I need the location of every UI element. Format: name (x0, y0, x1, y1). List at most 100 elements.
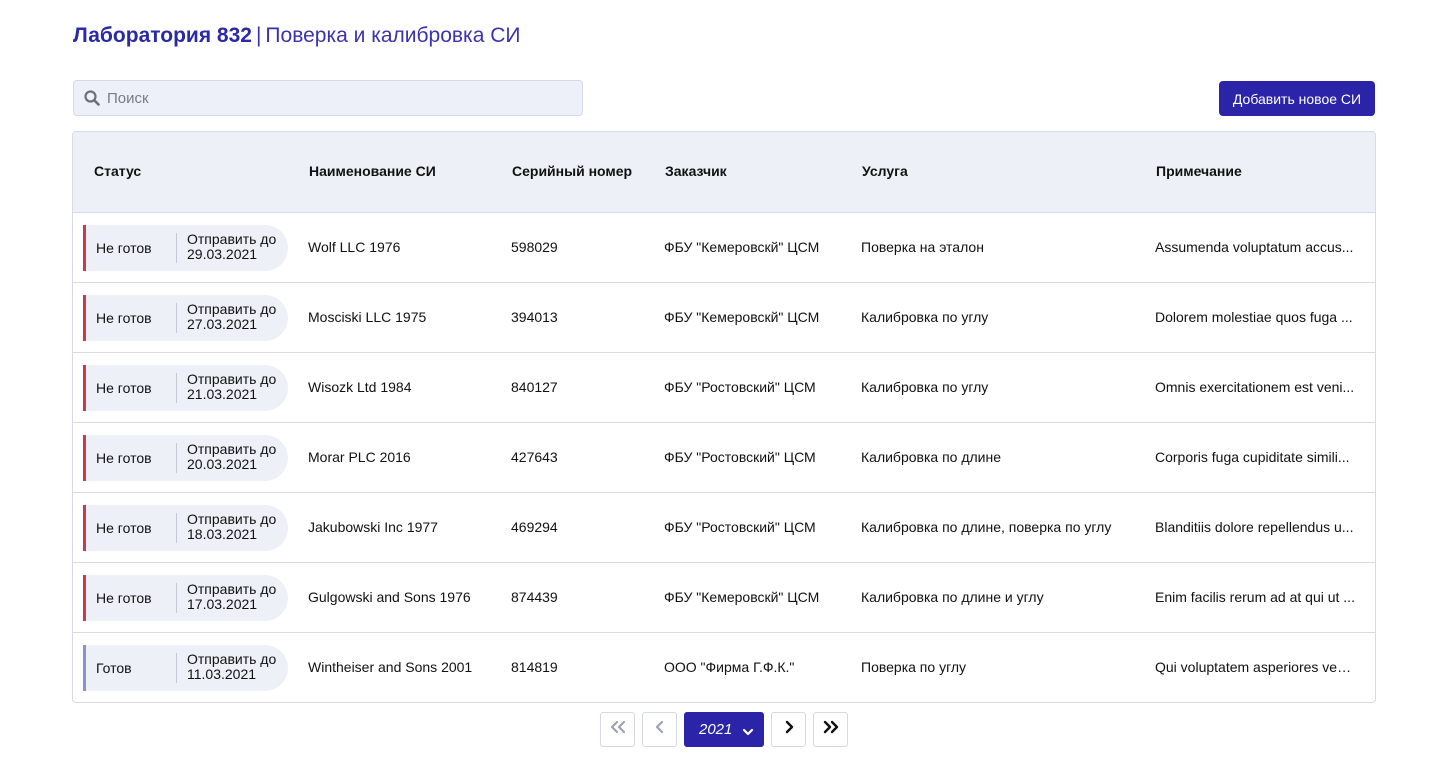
next-page-button[interactable] (771, 712, 806, 747)
status-label: Готов (96, 660, 132, 676)
table-row[interactable]: Не готов Отправить до 20.03.2021 Morar PLC … (73, 423, 1375, 493)
status-divider (176, 653, 177, 683)
cell-name: Mosciski LLC 1975 (308, 309, 427, 325)
cell-name: Jakubowski Inc 1977 (308, 519, 438, 535)
cell-serial: 427643 (511, 449, 558, 465)
cell-customer: ФБУ "Ростовский" ЦСМ (664, 519, 816, 535)
status-label: Не готов (96, 380, 152, 396)
status-divider (176, 233, 177, 263)
status-indicator (83, 225, 86, 271)
send-deadline-date: 20.03.2021 (187, 456, 258, 472)
send-deadline: Отправить до 27.03.2021 (187, 302, 276, 332)
table-body: Не готов Отправить до 29.03.2021 Wolf LLC 1… (73, 213, 1375, 702)
send-deadline-label: Отправить до (187, 371, 277, 387)
cell-note: Enim facilis rerum ad at qui ut ... (1155, 589, 1355, 605)
status-divider (176, 513, 177, 543)
column-header-service[interactable]: Услуга (862, 163, 908, 179)
lab-name: Лаборатория 832 (73, 24, 252, 47)
add-new-si-button[interactable]: Добавить новое СИ (1219, 81, 1375, 116)
status-indicator (83, 645, 86, 691)
status-badge: Готов Отправить до 11.03.2021 (83, 645, 288, 691)
send-deadline-label: Отправить до (187, 231, 277, 247)
status-divider (176, 443, 177, 473)
table-row[interactable]: Не готов Отправить до 18.03.2021 Jakubowski… (73, 493, 1375, 563)
cell-serial: 840127 (511, 379, 558, 395)
chevron-down-icon (742, 724, 754, 741)
cell-customer: ФБУ "Ростовский" ЦСМ (664, 449, 816, 465)
status-divider (176, 373, 177, 403)
cell-customer: ФБУ "Кемеровскй" ЦСМ (664, 309, 820, 325)
table-row[interactable]: Не готов Отправить до 17.03.2021 Gulgowski … (73, 563, 1375, 633)
cell-serial: 469294 (511, 519, 558, 535)
column-header-serial[interactable]: Серийный номер (512, 163, 632, 179)
send-deadline: Отправить до 11.03.2021 (187, 652, 276, 682)
cell-note: Omnis exercitationem est veni... (1155, 379, 1355, 395)
status-label: Не готов (96, 240, 152, 256)
status-indicator (83, 435, 86, 481)
send-deadline-date: 11.03.2021 (187, 666, 257, 682)
table-row[interactable]: Не готов Отправить до 29.03.2021 Wolf LLC 1… (73, 213, 1375, 283)
send-deadline: Отправить до 18.03.2021 (187, 512, 276, 542)
last-page-button[interactable] (813, 712, 848, 747)
column-header-customer[interactable]: Заказчик (665, 163, 727, 179)
send-deadline-date: 17.03.2021 (187, 596, 258, 612)
cell-name: Wolf LLC 1976 (308, 239, 401, 255)
title-separator: | (255, 24, 262, 47)
table-row[interactable]: Готов Отправить до 11.03.2021 Wintheiser an… (73, 633, 1375, 702)
table-row[interactable]: Не готов Отправить до 21.03.2021 Wisozk Ltd… (73, 353, 1375, 423)
column-header-note[interactable]: Примечание (1156, 163, 1242, 179)
prev-page-button[interactable] (642, 712, 677, 747)
cell-service: Поверка по углу (861, 659, 967, 675)
year-select[interactable]: 2021 (684, 712, 764, 747)
first-page-button[interactable] (600, 712, 635, 747)
status-label: Не готов (96, 310, 152, 326)
cell-customer: ООО "Фирма Г.Ф.К." (664, 659, 795, 675)
cell-customer: ФБУ "Ростовский" ЦСМ (664, 379, 816, 395)
instruments-table: Статус Наименование СИ Серийный номер За… (72, 131, 1376, 703)
cell-customer: ФБУ "Кемеровскй" ЦСМ (664, 589, 820, 605)
page-title: Лаборатория 832 | Поверка и калибровка СИ (73, 24, 520, 48)
cell-serial: 394013 (511, 309, 558, 325)
cell-service: Калибровка по углу (861, 309, 989, 325)
search-icon (83, 89, 101, 107)
column-header-status[interactable]: Статус (94, 163, 141, 179)
search-input[interactable] (107, 89, 567, 107)
cell-service: Калибровка по длине и углу (861, 589, 1044, 605)
status-badge: Не готов Отправить до 21.03.2021 (83, 365, 288, 411)
status-label: Не готов (96, 520, 152, 536)
cell-serial: 874439 (511, 589, 558, 605)
table-row[interactable]: Не готов Отправить до 27.03.2021 Mosciski L… (73, 283, 1375, 353)
status-badge: Не готов Отправить до 18.03.2021 (83, 505, 288, 551)
cell-name: Gulgowski and Sons 1976 (308, 589, 471, 605)
send-deadline-date: 27.03.2021 (187, 316, 258, 332)
year-value: 2021 (699, 721, 733, 738)
cell-name: Wisozk Ltd 1984 (308, 379, 412, 395)
send-deadline-label: Отправить до (187, 301, 277, 317)
status-indicator (83, 295, 86, 341)
search-box[interactable] (73, 80, 583, 116)
table-header: Статус Наименование СИ Серийный номер За… (73, 132, 1375, 213)
next-page-icon (783, 720, 795, 739)
status-divider (176, 583, 177, 613)
status-indicator (83, 505, 86, 551)
cell-serial: 814819 (511, 659, 558, 675)
cell-name: Wintheiser and Sons 2001 (308, 659, 473, 675)
cell-service: Поверка на эталон (861, 239, 984, 255)
column-header-name[interactable]: Наименование СИ (309, 163, 436, 179)
send-deadline: Отправить до 20.03.2021 (187, 442, 276, 472)
cell-service: Калибровка по углу (861, 379, 989, 395)
cell-note: Dolorem molestiae quos fuga ... (1155, 309, 1353, 325)
cell-note: Corporis fuga cupiditate simili... (1155, 449, 1350, 465)
cell-serial: 598029 (511, 239, 558, 255)
cell-note: Assumenda voluptatum accus... (1155, 239, 1354, 255)
cell-service: Калибровка по длине (861, 449, 1001, 465)
status-indicator (83, 365, 86, 411)
send-deadline-label: Отправить до (187, 651, 277, 667)
cell-note: Blanditiis dolore repellendus u... (1155, 519, 1354, 535)
section-name: Поверка и калибровка СИ (265, 24, 521, 47)
send-deadline-label: Отправить до (187, 511, 277, 527)
send-deadline-label: Отправить до (187, 581, 277, 597)
send-deadline: Отправить до 17.03.2021 (187, 582, 276, 612)
send-deadline: Отправить до 21.03.2021 (187, 372, 276, 402)
last-page-icon (822, 720, 840, 739)
